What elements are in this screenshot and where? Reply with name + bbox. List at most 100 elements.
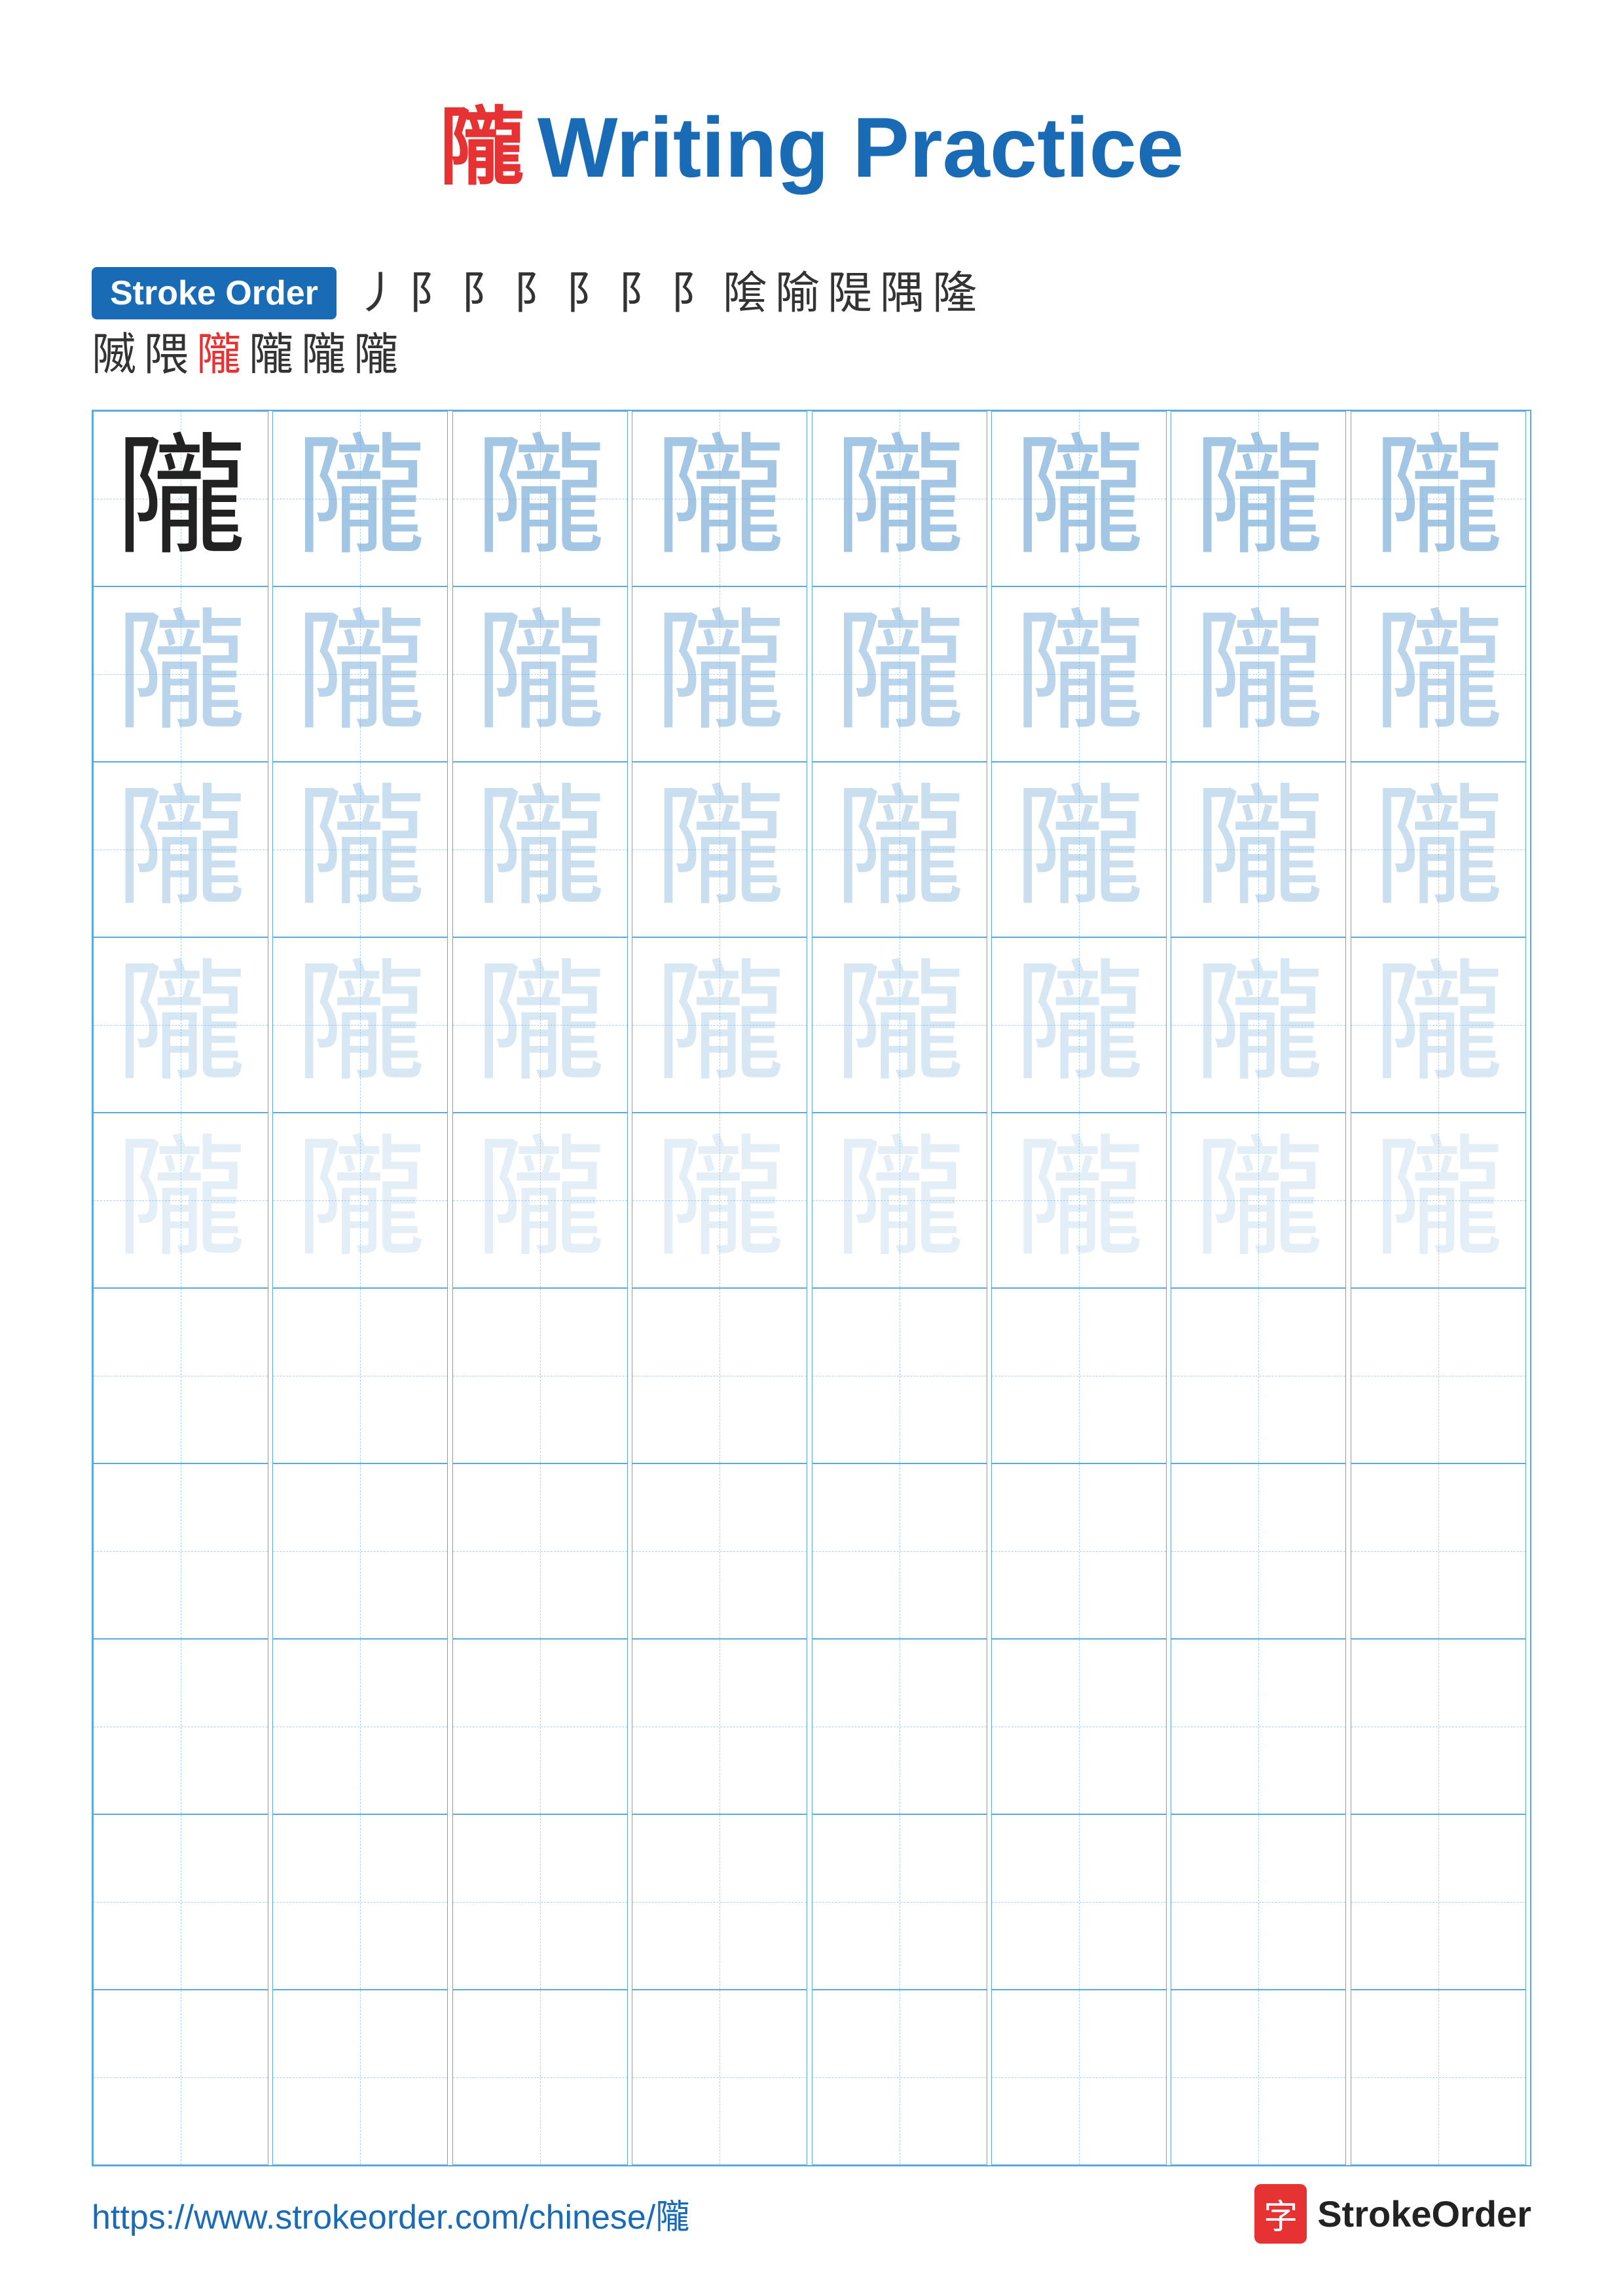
stroke-5: 阝 — [566, 271, 610, 315]
grid-cell: 隴 — [991, 411, 1167, 586]
practice-cell[interactable] — [1351, 1814, 1526, 1990]
practice-cell[interactable] — [1171, 1288, 1346, 1463]
stroke-4: 阝 — [513, 271, 558, 315]
practice-cell[interactable] — [812, 1639, 987, 1814]
grid-cell: 隴 — [1171, 762, 1346, 937]
practice-cell[interactable] — [272, 1463, 448, 1639]
grid-cell: 隴 — [1351, 937, 1526, 1113]
footer-logo: 字 StrokeOrder — [1254, 2184, 1531, 2244]
stroke-6: 阝 — [618, 271, 663, 315]
grid-cell: 隴 — [812, 937, 987, 1113]
grid-cell: 隴 — [632, 586, 807, 762]
grid-cell: 隴 — [272, 762, 448, 937]
stroke-18: 隴 — [354, 332, 398, 377]
grid-cell: 隴 — [991, 937, 1167, 1113]
stroke-8: 隂 — [723, 271, 767, 315]
practice-cell[interactable] — [632, 1639, 807, 1814]
practice-cell[interactable] — [1351, 1990, 1526, 2165]
stroke-2: 阝 — [409, 271, 453, 315]
grid-cell: 隴 — [452, 762, 628, 937]
stroke-3: 阝 — [461, 271, 505, 315]
grid-cell: 隴 — [1351, 1113, 1526, 1288]
practice-cell[interactable] — [452, 1814, 628, 1990]
practice-cell[interactable] — [1171, 1463, 1346, 1639]
grid-cell: 隴 — [272, 937, 448, 1113]
practice-cell[interactable] — [991, 1990, 1167, 2165]
footer-url[interactable]: https://www.strokeorder.com/chinese/隴 — [92, 2189, 689, 2238]
grid-cell: 隴 — [452, 411, 628, 586]
practice-cell[interactable] — [1171, 1990, 1346, 2165]
grid-cell: 隴 — [93, 937, 268, 1113]
stroke-7: 阝 — [670, 271, 715, 315]
stroke-order-section: Stroke Order ⼃ 阝 阝 阝 阝 阝 阝 隂 隃 隄 隅 隆 隇 隈… — [0, 241, 1623, 390]
practice-cell[interactable] — [632, 1990, 807, 2165]
practice-cell[interactable] — [93, 1463, 268, 1639]
practice-cell[interactable] — [1171, 1814, 1346, 1990]
stroke-15: 隴 — [196, 332, 241, 377]
grid-cell: 隴 — [272, 411, 448, 586]
practice-cell[interactable] — [632, 1463, 807, 1639]
grid-cell: 隴 — [632, 411, 807, 586]
stroke-1: ⼃ — [356, 271, 401, 315]
logo-icon: 字 — [1254, 2184, 1307, 2244]
grid-cell: 隴 — [272, 586, 448, 762]
practice-cell[interactable] — [1351, 1288, 1526, 1463]
grid-cell: 隴 — [632, 937, 807, 1113]
practice-cell[interactable] — [272, 1288, 448, 1463]
practice-grid: 隴 隴 隴 隴 隴 隴 隴 隴 隴 隴 隴 隴 隴 隴 隴 隴 隴 隴 隴 隴 … — [92, 410, 1531, 2166]
stroke-13: 隇 — [92, 332, 136, 377]
practice-cell[interactable] — [812, 1463, 987, 1639]
char-full: 隴 — [115, 433, 246, 564]
practice-cell[interactable] — [1351, 1639, 1526, 1814]
grid-cell: 隴 — [1171, 1113, 1346, 1288]
practice-cell[interactable] — [812, 1990, 987, 2165]
logo-text: StrokeOrder — [1317, 2193, 1531, 2235]
practice-cell[interactable] — [452, 1639, 628, 1814]
grid-cell: 隴 — [1171, 937, 1346, 1113]
stroke-10: 隄 — [828, 271, 872, 315]
practice-cell[interactable] — [991, 1814, 1167, 1990]
practice-cell[interactable] — [1171, 1639, 1346, 1814]
grid-cell: 隴 — [93, 762, 268, 937]
practice-cell[interactable] — [632, 1288, 807, 1463]
practice-grid-section: 隴 隴 隴 隴 隴 隴 隴 隴 隴 隴 隴 隴 隴 隴 隴 隴 隴 隴 隴 隴 … — [0, 390, 1623, 2166]
practice-cell[interactable] — [93, 1814, 268, 1990]
practice-cell[interactable] — [991, 1288, 1167, 1463]
footer: https://www.strokeorder.com/chinese/隴 字 … — [0, 2184, 1623, 2244]
grid-cell: 隴 — [812, 411, 987, 586]
practice-cell[interactable] — [452, 1463, 628, 1639]
grid-cell: 隴 — [812, 1113, 987, 1288]
grid-cell: 隴 — [93, 411, 268, 586]
practice-cell[interactable] — [272, 1990, 448, 2165]
grid-cell: 隴 — [991, 762, 1167, 937]
stroke-9: 隃 — [775, 271, 820, 315]
grid-cell: 隴 — [632, 1113, 807, 1288]
grid-cell: 隴 — [1171, 586, 1346, 762]
grid-cell: 隴 — [1351, 586, 1526, 762]
grid-cell: 隴 — [812, 762, 987, 937]
stroke-order-row: Stroke Order ⼃ 阝 阝 阝 阝 阝 阝 隂 隃 隄 隅 隆 — [92, 267, 1531, 319]
practice-cell[interactable] — [452, 1288, 628, 1463]
stroke-14: 隈 — [144, 332, 189, 377]
grid-cell: 隴 — [812, 586, 987, 762]
practice-cell[interactable] — [93, 1639, 268, 1814]
practice-cell[interactable] — [272, 1639, 448, 1814]
practice-cell[interactable] — [272, 1814, 448, 1990]
practice-cell[interactable] — [812, 1288, 987, 1463]
practice-cell[interactable] — [93, 1990, 268, 2165]
practice-cell[interactable] — [452, 1990, 628, 2165]
grid-cell: 隴 — [991, 586, 1167, 762]
grid-cell: 隴 — [452, 937, 628, 1113]
page-title: 隴Writing Practice — [0, 0, 1623, 241]
practice-cell[interactable] — [991, 1463, 1167, 1639]
practice-cell[interactable] — [991, 1639, 1167, 1814]
practice-cell[interactable] — [812, 1814, 987, 1990]
grid-cell: 隴 — [93, 1113, 268, 1288]
practice-cell[interactable] — [632, 1814, 807, 1990]
grid-cell: 隴 — [1351, 411, 1526, 586]
grid-cell: 隴 — [93, 586, 268, 762]
practice-cell[interactable] — [1351, 1463, 1526, 1639]
stroke-sequence: ⼃ 阝 阝 阝 阝 阝 阝 隂 隃 隄 隅 隆 — [356, 271, 977, 315]
stroke-17: 隴 — [301, 332, 346, 377]
practice-cell[interactable] — [93, 1288, 268, 1463]
